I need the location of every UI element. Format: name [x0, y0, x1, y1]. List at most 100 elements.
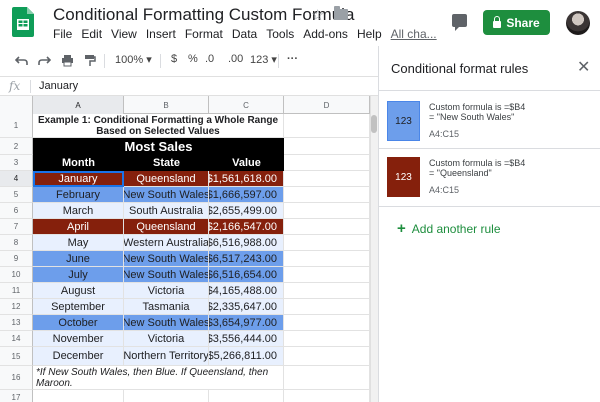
empty-cell[interactable]	[284, 347, 370, 366]
header-state[interactable]: State	[124, 155, 209, 171]
cell-state[interactable]: New South Wales	[124, 187, 209, 203]
empty-cell[interactable]	[284, 219, 370, 235]
empty-cell[interactable]	[284, 138, 370, 155]
more-formats-select[interactable]: 123 ▾	[250, 53, 277, 66]
empty-cell[interactable]	[284, 114, 370, 138]
increase-decimals-button[interactable]: .00	[228, 53, 243, 65]
cell-state[interactable]: Tasmania	[124, 299, 209, 315]
share-button[interactable]: Share	[483, 10, 550, 35]
empty-cell[interactable]	[284, 366, 370, 390]
format-rule-new-south-wales[interactable]: 123 Custom formula is =$B4 = "New South …	[379, 96, 600, 154]
cell-state[interactable]: Western Australia	[124, 235, 209, 251]
column-header-c[interactable]: C	[209, 96, 284, 114]
row-header[interactable]: 9	[0, 251, 33, 267]
cell-month[interactable]: April	[33, 219, 124, 235]
cell-value[interactable]: $1,561,618.00	[209, 171, 284, 187]
cell-month[interactable]: May	[33, 235, 124, 251]
formula-input[interactable]: January	[39, 80, 78, 92]
row-header[interactable]: 8	[0, 235, 33, 251]
row-header[interactable]: 10	[0, 267, 33, 283]
sheet-title-cell[interactable]: Example 1: Conditional Formatting a Whol…	[33, 114, 284, 138]
row-header[interactable]: 11	[0, 283, 33, 299]
empty-cell[interactable]	[284, 155, 370, 171]
row-header[interactable]: 13	[0, 315, 33, 331]
decrease-decimals-button[interactable]: .0	[205, 53, 214, 65]
row-header[interactable]: 5	[0, 187, 33, 203]
cell-month[interactable]: August	[33, 283, 124, 299]
row-header[interactable]: 14	[0, 331, 33, 347]
note-cell[interactable]: *If New South Wales, then Blue. If Queen…	[33, 366, 284, 390]
empty-cell[interactable]	[284, 187, 370, 203]
row-header[interactable]: 15	[0, 347, 33, 366]
cell-state[interactable]: Victoria	[124, 283, 209, 299]
empty-cell[interactable]	[209, 390, 284, 402]
cell-month[interactable]: June	[33, 251, 124, 267]
cell-month[interactable]: January	[33, 171, 124, 187]
cell-month[interactable]: December	[33, 347, 124, 366]
menu-view[interactable]: View	[111, 27, 137, 41]
menu-addons[interactable]: Add-ons	[303, 27, 348, 41]
menu-help[interactable]: Help	[357, 27, 382, 41]
row-header[interactable]: 1	[0, 114, 33, 138]
cell-value[interactable]: $6,517,243.00	[209, 251, 284, 267]
vertical-scrollbar[interactable]	[370, 96, 378, 402]
row-header[interactable]: 6	[0, 203, 33, 219]
column-header-a[interactable]: A	[33, 96, 124, 114]
cell-value[interactable]: $2,335,647.00	[209, 299, 284, 315]
cell-state[interactable]: New South Wales	[124, 315, 209, 331]
row-header[interactable]: 3	[0, 155, 33, 171]
redo-icon[interactable]	[38, 56, 51, 66]
cell-value[interactable]: $2,655,499.00	[209, 203, 284, 219]
header-month[interactable]: Month	[33, 155, 124, 171]
cell-value[interactable]: $3,556,444.00	[209, 331, 284, 347]
row-header[interactable]: 2	[0, 138, 33, 155]
cell-value[interactable]: $4,165,488.00	[209, 283, 284, 299]
cell-state[interactable]: New South Wales	[124, 267, 209, 283]
empty-cell[interactable]	[284, 299, 370, 315]
document-title[interactable]: Conditional Formatting Custom Formula	[53, 5, 354, 25]
cell-state[interactable]: Northern Territory	[124, 347, 209, 366]
cell-value[interactable]: $6,516,988.00	[209, 235, 284, 251]
empty-cell[interactable]	[284, 267, 370, 283]
select-all-corner[interactable]	[0, 96, 33, 114]
avatar[interactable]	[566, 11, 590, 35]
cell-month[interactable]: September	[33, 299, 124, 315]
cell-value[interactable]: $5,266,811.00	[209, 347, 284, 366]
cell-value[interactable]: $1,666,597.00	[209, 187, 284, 203]
cell-value[interactable]: $2,166,547.00	[209, 219, 284, 235]
cell-value[interactable]: $3,654,977.00	[209, 315, 284, 331]
column-header-d[interactable]: D	[284, 96, 370, 114]
cell-month[interactable]: February	[33, 187, 124, 203]
empty-cell[interactable]	[33, 390, 124, 402]
print-icon[interactable]	[61, 54, 74, 67]
star-icon[interactable]: ☆	[311, 6, 324, 24]
row-header[interactable]: 16	[0, 366, 33, 390]
close-icon[interactable]: ✕	[577, 60, 590, 76]
menu-insert[interactable]: Insert	[146, 27, 176, 41]
scrollbar-thumb[interactable]	[371, 115, 377, 133]
cell-state[interactable]: New South Wales	[124, 251, 209, 267]
menu-file[interactable]: File	[53, 27, 72, 41]
comment-icon[interactable]	[452, 14, 467, 31]
menu-format[interactable]: Format	[185, 27, 223, 41]
zoom-select[interactable]: 100% ▾	[115, 53, 152, 66]
folder-icon[interactable]	[334, 6, 348, 20]
empty-cell[interactable]	[284, 171, 370, 187]
more-toolbar-button[interactable]: ···	[287, 53, 298, 65]
empty-cell[interactable]	[284, 283, 370, 299]
cell-state[interactable]: Queensland	[124, 219, 209, 235]
cell-value[interactable]: $6,516,654.00	[209, 267, 284, 283]
currency-format-button[interactable]: $	[171, 53, 177, 65]
row-header[interactable]: 7	[0, 219, 33, 235]
paint-format-icon[interactable]	[84, 54, 96, 67]
column-header-b[interactable]: B	[124, 96, 209, 114]
all-changes-link[interactable]: All cha...	[391, 27, 437, 41]
empty-cell[interactable]	[284, 315, 370, 331]
menu-data[interactable]: Data	[232, 27, 257, 41]
menu-tools[interactable]: Tools	[266, 27, 294, 41]
cell-state[interactable]: Victoria	[124, 331, 209, 347]
empty-cell[interactable]	[284, 235, 370, 251]
header-value[interactable]: Value	[209, 155, 284, 171]
empty-cell[interactable]	[284, 251, 370, 267]
add-rule-button[interactable]: + Add another rule	[397, 221, 501, 236]
